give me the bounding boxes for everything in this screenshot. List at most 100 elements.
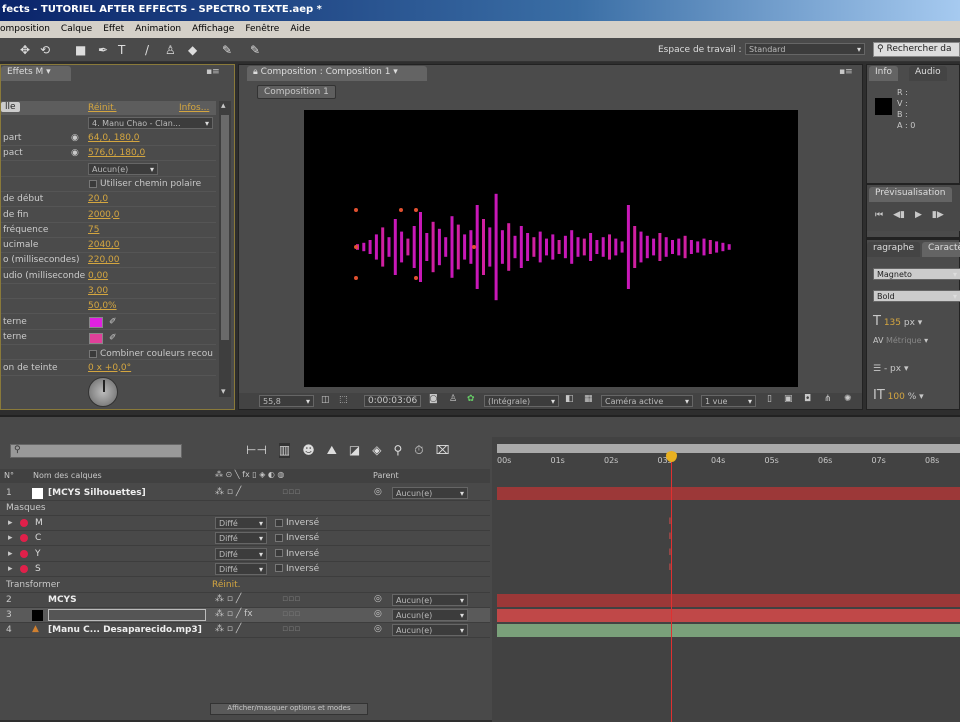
layer-switches[interactable]: ⁂ ▫ ╱ fx: [215, 609, 253, 619]
vertical-scale-field[interactable]: IT 100 % ▾: [873, 388, 924, 403]
panel-menu-icon[interactable]: ▪≡: [839, 67, 853, 77]
work-area-bar[interactable]: [497, 444, 960, 453]
menu-effet[interactable]: Effet: [103, 24, 124, 38]
layer-switches[interactable]: ⁂ ▫ ╱: [215, 624, 241, 634]
font-size-field[interactable]: T 135 px ▾: [873, 314, 922, 329]
layer-duration-bar[interactable]: [497, 594, 960, 607]
expand-arrow-icon[interactable]: ▸: [8, 549, 13, 559]
stamp-tool-icon[interactable]: ♙: [165, 43, 176, 57]
mask-row[interactable]: ▸ S Diffé Inversé: [0, 562, 490, 577]
layer-row[interactable]: 4 ▲ [Manu C... Desaparecido.mp3] ⁂ ▫ ╱ ▫▫▫ ◎ A…: [0, 623, 490, 638]
menu-calque[interactable]: Calque: [61, 24, 92, 38]
menu-composition[interactable]: omposition: [0, 24, 50, 38]
layer-row[interactable]: 3 ⁂ ▫ ╱ fx ▫▫▫ ◎ Aucun(e): [0, 608, 490, 623]
layer-row[interactable]: 1 [MCYS Silhouettes] ⁂ ▫ ╱ ▫▫▫ ◎ Aucun(e): [0, 486, 490, 501]
masks-group[interactable]: Masques: [0, 501, 490, 516]
parent-dropdown[interactable]: Aucun(e): [392, 594, 468, 606]
layer-name[interactable]: [MCYS Silhouettes]: [48, 488, 146, 498]
help-search-input[interactable]: ⚲ Rechercher da: [873, 42, 960, 57]
mask-row[interactable]: ▸ Y Diffé Inversé: [0, 547, 490, 562]
playhead[interactable]: [665, 451, 677, 722]
magnification-dropdown[interactable]: 55,8: [259, 395, 314, 407]
inverted-checkbox[interactable]: Inversé: [275, 533, 319, 543]
font-style-dropdown[interactable]: Bold: [873, 290, 960, 302]
layer-switches[interactable]: ⁂ ▫ ╱: [215, 594, 241, 604]
transform-group[interactable]: Transformer Réinit.: [0, 578, 490, 593]
eyedropper-icon[interactable]: ✐: [109, 317, 117, 327]
layer-name[interactable]: MCYS: [48, 595, 77, 605]
workspace-dropdown[interactable]: Standard: [745, 43, 865, 55]
inverted-checkbox[interactable]: Inversé: [275, 564, 319, 574]
motion-blur-icon[interactable]: ◪: [349, 443, 360, 458]
property-value[interactable]: 576,0, 180,0: [88, 148, 145, 158]
exposure-icon[interactable]: ✺: [844, 394, 852, 404]
channels-icon[interactable]: ✿: [467, 394, 475, 404]
snapshot-icon[interactable]: ◙: [429, 394, 438, 404]
transform-reset-link[interactable]: Réinit.: [212, 580, 240, 590]
panel-menu-icon[interactable]: ▪≡: [206, 67, 220, 77]
rectangle-tool-icon[interactable]: ■: [75, 43, 86, 57]
pickwhip-icon[interactable]: ◎: [374, 487, 382, 497]
parent-dropdown[interactable]: Aucun(e): [392, 624, 468, 636]
flowchart-icon[interactable]: ⋔: [824, 394, 832, 404]
mask-mode-dropdown[interactable]: Diffé: [215, 517, 267, 529]
mask-row[interactable]: ▸ C Diffé Inversé: [0, 531, 490, 547]
polar-path-checkbox[interactable]: Utiliser chemin polaire: [89, 179, 201, 189]
property-value[interactable]: 220,00: [88, 255, 120, 265]
resolution-dropdown[interactable]: (Intégrale): [484, 395, 559, 407]
tab-composition[interactable]: 🔒︎ Composition : Composition 1 ▾: [247, 66, 427, 81]
property-value[interactable]: 50,0%: [88, 301, 117, 311]
mask-name[interactable]: C: [35, 533, 41, 543]
layer-duration-bar[interactable]: [497, 609, 960, 622]
pickwhip-icon[interactable]: ◎: [374, 594, 382, 604]
about-link[interactable]: Infos...: [179, 103, 209, 113]
mask-mode-dropdown[interactable]: Diffé: [215, 532, 267, 545]
live-update-icon[interactable]: ⌧: [436, 443, 450, 458]
path-dropdown[interactable]: Aucun(e): [88, 163, 158, 175]
mask-visibility-icon[interactable]: ⬚: [339, 395, 348, 405]
timecode-display[interactable]: 0:00:03:06: [364, 395, 422, 407]
reset-link[interactable]: Réinit.: [88, 103, 116, 113]
first-frame-icon[interactable]: ⏮: [875, 210, 883, 220]
mask-name[interactable]: Y: [35, 549, 41, 559]
stroke-width-field[interactable]: ☰ - px ▾: [873, 364, 909, 374]
property-value[interactable]: 2040,0: [88, 240, 120, 250]
brainstorm-icon[interactable]: ◈: [372, 443, 381, 458]
tab-paragraph[interactable]: ragraphe: [867, 242, 921, 257]
toggle-switches-modes-button[interactable]: Afficher/masquer options et modes: [210, 703, 368, 715]
pickwhip-icon[interactable]: ◎: [374, 609, 382, 619]
mask-mode-dropdown[interactable]: Diffé: [215, 562, 267, 575]
hand-tool-icon[interactable]: ✥: [20, 43, 30, 57]
next-frame-icon[interactable]: ▮▶: [932, 210, 944, 220]
graph-editor-icon[interactable]: ⚲: [393, 443, 402, 458]
text-tool-icon[interactable]: T: [118, 43, 125, 57]
timeline-icon[interactable]: ◘: [804, 394, 811, 404]
layer-name[interactable]: [48, 609, 206, 621]
layer-duration-bar[interactable]: [497, 624, 960, 637]
eraser-tool-icon[interactable]: ◆: [188, 43, 197, 57]
property-value[interactable]: 75: [88, 225, 99, 235]
layer-switch-boxes[interactable]: ▫▫▫: [282, 487, 300, 497]
tab-effect-controls[interactable]: Effets M ▾: [1, 66, 71, 81]
layer-switch-boxes[interactable]: ▫▫▫: [282, 624, 300, 634]
menu-animation[interactable]: Animation: [135, 24, 181, 38]
pixel-aspect-icon[interactable]: ▯: [767, 394, 772, 404]
composition-viewer[interactable]: [304, 110, 798, 387]
composition-subtab[interactable]: Composition 1: [257, 85, 336, 99]
hide-shy-icon[interactable]: ☻: [302, 443, 315, 458]
mask-mode-dropdown[interactable]: Diffé: [215, 547, 267, 560]
kerning-field[interactable]: AV Métrique ▾: [873, 336, 928, 345]
mask-name[interactable]: M: [35, 518, 43, 528]
brush-tool-icon[interactable]: /: [145, 43, 149, 57]
parent-dropdown[interactable]: Aucun(e): [392, 609, 468, 621]
property-value[interactable]: 3,00: [88, 286, 108, 296]
property-value[interactable]: 0 x +0,0°: [88, 363, 131, 373]
inner-color-swatch[interactable]: [89, 317, 103, 328]
time-graph[interactable]: 00s01s02s03s04s05s06s07s08s IIII: [492, 437, 960, 722]
menu-aide[interactable]: Aide: [290, 24, 310, 38]
point-crosshair-icon[interactable]: ◉: [71, 148, 79, 158]
menu-fenetre[interactable]: Fenêtre: [245, 24, 279, 38]
combine-colors-checkbox[interactable]: Combiner couleurs recou: [89, 349, 213, 359]
previous-frame-icon[interactable]: ◀▮: [893, 210, 905, 220]
tab-audio[interactable]: Audio: [909, 66, 947, 81]
